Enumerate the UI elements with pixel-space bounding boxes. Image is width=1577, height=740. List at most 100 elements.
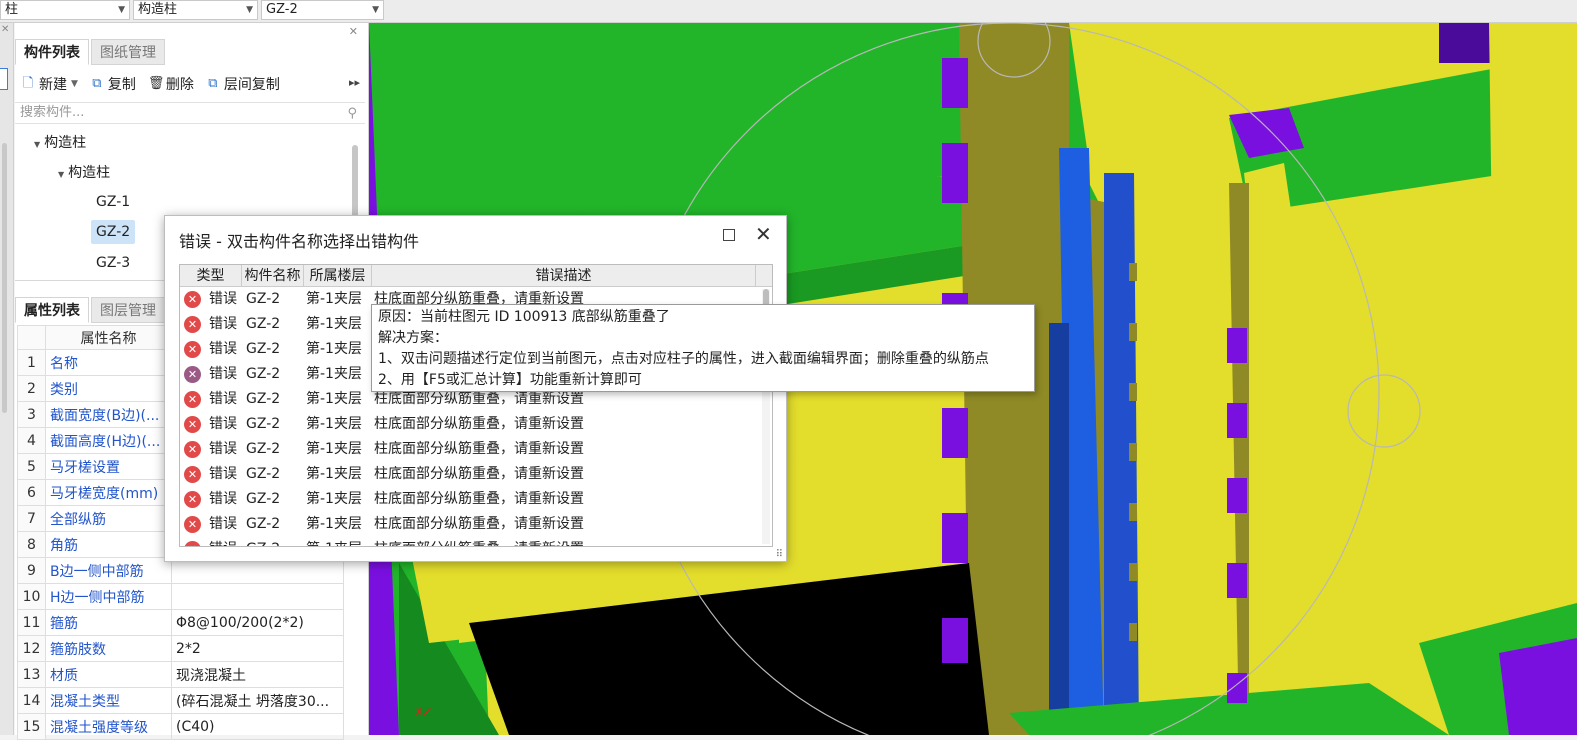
floor-copy-button[interactable]: ⧉ 层间复制 [206,74,280,94]
category-dropdown[interactable]: 柱 ▼ [0,0,130,20]
chevron-down-icon: ▼ [71,79,78,89]
property-value[interactable]: (C40) [171,713,344,740]
property-row[interactable]: 15 混凝土强度等级 (C40) [17,713,344,740]
property-row-index: 8 [17,531,46,558]
copy-button-label: 复制 [107,77,136,93]
error-icon: ✕ [184,441,201,458]
error-component-name[interactable]: GZ-2 [242,437,304,462]
error-type: 错误 [209,466,237,482]
property-value[interactable]: Φ8@100/200(2*2) [171,609,344,636]
error-description[interactable]: 柱底面部分纵筋重叠，请重新设置 [372,487,756,512]
error-component-name[interactable]: GZ-2 [242,512,304,537]
tree-item-gz1[interactable]: GZ-1 [96,190,130,214]
tab-drawing-management[interactable]: 图纸管理 [91,39,165,65]
type-dropdown-value: 构造柱 [138,2,178,17]
maximize-icon[interactable] [723,229,735,241]
property-row[interactable]: 13 材质 现浇混凝土 [17,661,344,688]
error-component-name[interactable]: GZ-2 [242,287,304,312]
resize-grip-icon[interactable]: ⠿ [776,549,783,560]
error-floor: 第-1夹层 [306,516,362,532]
close-icon[interactable]: ✕ [1,24,9,35]
error-component-name[interactable]: GZ-2 [242,362,304,387]
property-value[interactable]: 现浇混凝土 [171,661,344,688]
property-name: B边一侧中部筋 [45,557,172,584]
error-type: 错误 [209,441,237,457]
tab-property-list[interactable]: 属性列表 [15,297,89,323]
property-name: 类别 [45,375,172,402]
scrollbar[interactable] [2,143,7,413]
component-dropdown[interactable]: GZ-2 ▼ [261,0,384,20]
property-name: H边一侧中部筋 [45,583,172,610]
tree-node-child[interactable]: ▼ 构造柱 [58,161,110,185]
error-component-name[interactable]: GZ-2 [242,312,304,337]
error-icon: ✕ [184,291,201,308]
close-icon[interactable]: ✕ [755,224,772,244]
property-row-index: 10 [17,583,46,610]
new-file-icon: 🗋 [22,76,34,91]
property-row-index: 5 [17,453,46,480]
error-row[interactable]: ✕ 错误 GZ-2第-1夹层柱底面部分纵筋重叠，请重新设置 [180,537,772,546]
delete-button-label: 删除 [165,77,194,93]
new-button[interactable]: 🗋 新建 ▼ [21,74,78,94]
error-type: 错误 [209,366,237,382]
error-type-cell: ✕ 错误 [180,287,242,312]
error-component-name[interactable]: GZ-2 [242,337,304,362]
property-row-index: 7 [17,505,46,532]
error-component-name[interactable]: GZ-2 [242,537,304,546]
error-row[interactable]: ✕ 错误 GZ-2第-1夹层柱底面部分纵筋重叠，请重新设置 [180,437,772,462]
property-name: 截面宽度(B边)(... [45,401,172,428]
error-icon: ✕ [184,466,201,483]
category-dropdown-value: 柱 [5,2,19,17]
property-value[interactable]: (碎石混凝土 坍落度30... [171,687,344,714]
error-type: 错误 [209,316,237,332]
property-row[interactable]: 14 混凝土类型 (碎石混凝土 坍落度30... [17,687,344,714]
property-name: 马牙槎宽度(mm) [45,479,172,506]
error-component-name[interactable]: GZ-2 [242,487,304,512]
more-icon[interactable]: ▸▸ [349,76,360,89]
property-row[interactable]: 12 箍筋肢数 2*2 [17,635,344,662]
axis-label: XZ [415,705,431,719]
tree-item-gz2[interactable]: GZ-2 [91,220,136,244]
side-tab[interactable] [0,68,8,90]
tree-node-root[interactable]: ▼ 构造柱 [34,131,86,155]
close-icon[interactable]: ✕ [349,25,358,38]
error-component-name[interactable]: GZ-2 [242,462,304,487]
tab-layer-management[interactable]: 图层管理 [91,297,165,323]
error-type: 错误 [209,491,237,507]
property-row-index: 14 [17,687,46,714]
error-row[interactable]: ✕ 错误 GZ-2第-1夹层柱底面部分纵筋重叠，请重新设置 [180,512,772,537]
error-description[interactable]: 柱底面部分纵筋重叠，请重新设置 [372,412,756,437]
error-description[interactable]: 柱底面部分纵筋重叠，请重新设置 [372,512,756,537]
property-row-index: 12 [17,635,46,662]
property-row[interactable]: 10 H边一侧中部筋 [17,583,344,610]
error-component-name[interactable]: GZ-2 [242,387,304,412]
search-input[interactable]: 搜索构件... ⚲ [15,102,365,124]
property-value[interactable]: 2*2 [171,635,344,662]
error-icon: ✕ [184,366,201,383]
type-dropdown[interactable]: 构造柱 ▼ [133,0,258,20]
error-type: 错误 [209,416,237,432]
property-name: 混凝土类型 [45,687,172,714]
error-description[interactable]: 柱底面部分纵筋重叠，请重新设置 [372,437,756,462]
delete-button[interactable]: 🗑 删除 [148,74,194,94]
tab-component-list[interactable]: 构件列表 [15,39,89,65]
property-value[interactable] [171,583,344,610]
tree-item-gz3[interactable]: GZ-3 [96,251,130,275]
error-type: 错误 [209,516,237,532]
error-description[interactable]: 柱底面部分纵筋重叠，请重新设置 [372,462,756,487]
copy-button[interactable]: ⧉ 复制 [90,74,136,94]
error-row[interactable]: ✕ 错误 GZ-2第-1夹层柱底面部分纵筋重叠，请重新设置 [180,487,772,512]
expand-icon[interactable]: ▼ [34,140,40,149]
search-icon[interactable]: ⚲ [347,104,357,124]
error-row[interactable]: ✕ 错误 GZ-2第-1夹层柱底面部分纵筋重叠，请重新设置 [180,412,772,437]
property-row[interactable]: 11 箍筋 Φ8@100/200(2*2) [17,609,344,636]
error-description[interactable]: 柱底面部分纵筋重叠，请重新设置 [372,537,756,546]
expand-icon[interactable]: ▼ [58,170,64,179]
floor-copy-button-label: 层间复制 [223,77,280,93]
error-floor: 第-1夹层 [306,466,362,482]
error-row[interactable]: ✕ 错误 GZ-2第-1夹层柱底面部分纵筋重叠，请重新设置 [180,462,772,487]
error-component-name[interactable]: GZ-2 [242,412,304,437]
property-row-index: 1 [17,349,46,376]
error-floor: 第-1夹层 [306,341,362,357]
tooltip-step-1: 1、双击问题描述行定位到当前图元，点击对应柱子的属性，进入截面编辑界面；删除重叠… [378,351,989,367]
